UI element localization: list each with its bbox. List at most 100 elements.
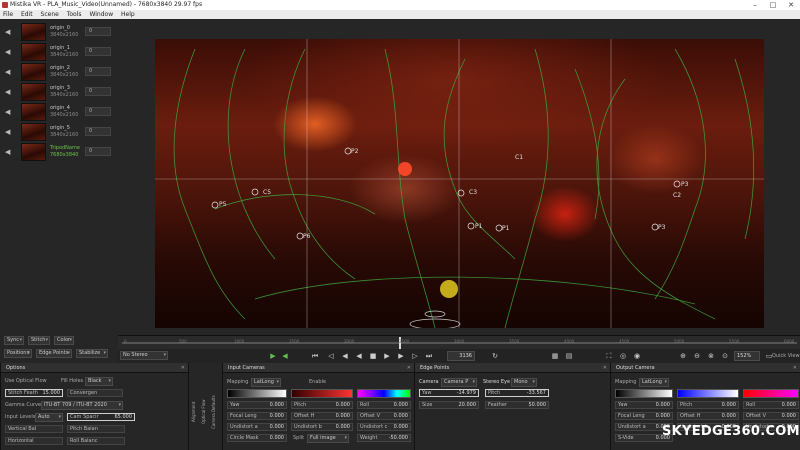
weight-field[interactable]: Weight -50.000 (357, 434, 411, 442)
horizontal-field[interactable]: Horizontal (5, 437, 63, 445)
play-icon[interactable]: ▶ (382, 351, 392, 361)
menu-tools[interactable]: Tools (67, 10, 82, 19)
use-optical-flow-checkbox[interactable]: Use Optical Flow (5, 378, 47, 384)
undistort-a-field[interactable]: Undistort a 0.000 (227, 423, 287, 431)
sync-dropdown[interactable]: Sync (4, 336, 24, 345)
circle-mask-field[interactable]: Circle Mask 0.000 (227, 434, 287, 442)
quick-view-label[interactable]: Quick View (772, 353, 800, 359)
next-keyframe-icon[interactable]: ▷ (410, 351, 420, 361)
stitch-dropdown[interactable]: Stitch (28, 336, 50, 345)
speaker-icon[interactable]: ◀ (5, 128, 13, 136)
clip-item[interactable]: ◀ origin_0 3840x2160 0 (0, 23, 118, 42)
roll-slider[interactable] (357, 389, 411, 398)
mark-in-icon[interactable]: ▶ (268, 351, 278, 361)
input-levels-dropdown[interactable]: Auto (35, 413, 63, 422)
layout-icon[interactable]: ▦ (550, 351, 560, 361)
clip-item[interactable]: ◀ origin_1 3840x2160 0 (0, 43, 118, 62)
edge-points-dropdown[interactable]: Edge Points (36, 349, 72, 358)
zoom-level-dropdown[interactable]: 152% (734, 351, 760, 361)
gamma-curve-dropdown[interactable]: ITU-BT 709 / ITU-BT 2020 (41, 401, 123, 410)
edge-feather-field[interactable]: Feather 50.000 (485, 401, 549, 409)
go-end-icon[interactable]: ⏭ (424, 351, 434, 361)
frame-number-field[interactable]: 3136 (447, 351, 475, 361)
mapping-dropdown[interactable]: LatLong (251, 378, 281, 387)
clip-offset-field[interactable]: 0 (85, 67, 111, 76)
undistort-b-field[interactable]: Undistort b 0.000 (291, 423, 353, 431)
output-yaw-slider[interactable] (615, 389, 673, 398)
tab-alignment[interactable]: Alignment (191, 377, 200, 447)
clip-item[interactable]: ◀ origin_3 3840x2160 0 (0, 83, 118, 102)
output-offset-v-field[interactable]: Offset V 0.000 (743, 412, 799, 420)
prev-keyframe-icon[interactable]: ◁ (326, 351, 336, 361)
menu-window[interactable]: Window (89, 10, 113, 19)
overlay-icon[interactable]: ◉ (632, 351, 642, 361)
stop-icon[interactable]: ■ (368, 351, 378, 361)
clip-item[interactable]: ◀ origin_4 3840x2160 0 (0, 103, 118, 122)
clip-offset-field[interactable]: 0 (85, 107, 111, 116)
step-back-icon[interactable]: ◀ (340, 351, 350, 361)
speaker-icon[interactable]: ◀ (5, 28, 13, 36)
offset-h-field[interactable]: Offset H 0.000 (291, 412, 353, 420)
close-button[interactable]: ✕ (782, 0, 800, 10)
output-pitch-slider[interactable] (677, 389, 739, 398)
go-start-icon[interactable]: ⏮ (310, 351, 320, 361)
clip-offset-field[interactable]: 0 (85, 27, 111, 36)
clip-offset-field[interactable]: 0 (85, 47, 111, 56)
clip-item[interactable]: ◀ origin_2 3840x2160 0 (0, 63, 118, 82)
output-focal-field[interactable]: Focal Leng 0.000 (615, 412, 673, 420)
edge-size-field[interactable]: Size 20.000 (419, 401, 479, 409)
menu-edit[interactable]: Edit (21, 10, 33, 19)
offset-v-field[interactable]: Offset V 0.000 (357, 412, 411, 420)
clip-offset-field[interactable]: 0 (85, 87, 111, 96)
stitch-feather-field[interactable]: Stitch Feath 15.000 (5, 389, 63, 397)
output-pitch-field[interactable]: Pitch 0.000 (677, 401, 739, 409)
panorama-frame[interactable]: P2 P5 P6 P1 P1 P3 P3 C5 C3 C2 C1 (155, 39, 764, 328)
menu-help[interactable]: Help (121, 10, 135, 19)
clip-item[interactable]: ◀ origin_5 3840x2160 0 (0, 123, 118, 142)
camera-dropdown[interactable]: Camera P (441, 378, 477, 387)
grid-icon[interactable]: ▤ (564, 351, 574, 361)
menu-file[interactable]: File (3, 10, 13, 19)
undistort-c-field[interactable]: Undistort c 0.000 (357, 423, 411, 431)
speaker-icon[interactable]: ◀ (5, 48, 13, 56)
close-icon[interactable]: ✕ (603, 363, 607, 373)
fit-icon[interactable]: ⛶ (604, 351, 614, 361)
speaker-icon[interactable]: ◀ (5, 88, 13, 96)
vertical-balance-field[interactable]: Vertical Bal (5, 425, 63, 433)
output-offset-h-field[interactable]: Offset H 0.000 (677, 412, 739, 420)
edge-pitch-field[interactable]: Pitch -33.567 (485, 389, 549, 397)
tab-optical-flow[interactable]: Optical Flow (201, 377, 210, 447)
vr-icon[interactable]: ◎ (618, 351, 628, 361)
positions-dropdown[interactable]: Positions (4, 349, 32, 358)
clip-item-selected[interactable]: ◀ TripodName 7680x3840 0 (0, 143, 118, 162)
timeline[interactable]: 0 500 1000 1500 2000 2500 3000 3500 4000 4500 5000… (118, 335, 800, 349)
roll-balance-field[interactable]: Roll Balanc (67, 437, 125, 445)
zoom-in-icon[interactable]: ⊕ (678, 351, 688, 361)
pitch-balance-field[interactable]: Pitch Balan (67, 425, 125, 433)
close-icon[interactable]: ✕ (407, 363, 411, 373)
close-icon[interactable]: ✕ (793, 363, 797, 373)
speaker-icon[interactable]: ◀ (5, 148, 13, 156)
zoom-fit-icon[interactable]: ⊙ (720, 351, 730, 361)
close-icon[interactable]: ✕ (181, 363, 185, 373)
enable-checkbox[interactable]: Enable (309, 379, 326, 385)
pitch-field[interactable]: Pitch 0.000 (291, 401, 353, 409)
yaw-field[interactable]: Yaw 0.000 (227, 401, 287, 409)
loop-icon[interactable]: ↻ (490, 351, 500, 361)
clip-offset-field[interactable]: 0 (85, 127, 111, 136)
step-forward-icon[interactable]: ▶ (396, 351, 406, 361)
output-roll-field[interactable]: Roll 0.000 (743, 401, 799, 409)
focal-length-field[interactable]: Focal Leng 0.000 (227, 412, 287, 420)
output-mapping-dropdown[interactable]: LatLong (639, 378, 669, 387)
stabilize-dropdown[interactable]: Stabilize (76, 349, 108, 358)
speaker-icon[interactable]: ◀ (5, 68, 13, 76)
stereo-eye-dropdown[interactable]: Mono (511, 378, 537, 387)
convergence-field[interactable]: Convergen (67, 389, 123, 397)
color-dropdown[interactable]: Color (54, 336, 74, 345)
pitch-slider[interactable] (291, 389, 353, 398)
clip-offset-field[interactable]: 0 (85, 147, 111, 156)
split-dropdown[interactable]: Full image (307, 434, 349, 443)
zoom-reset-icon[interactable]: ⊗ (706, 351, 716, 361)
maximize-button[interactable]: □ (764, 0, 782, 10)
edge-yaw-field[interactable]: Yaw -14.979 (419, 389, 479, 397)
